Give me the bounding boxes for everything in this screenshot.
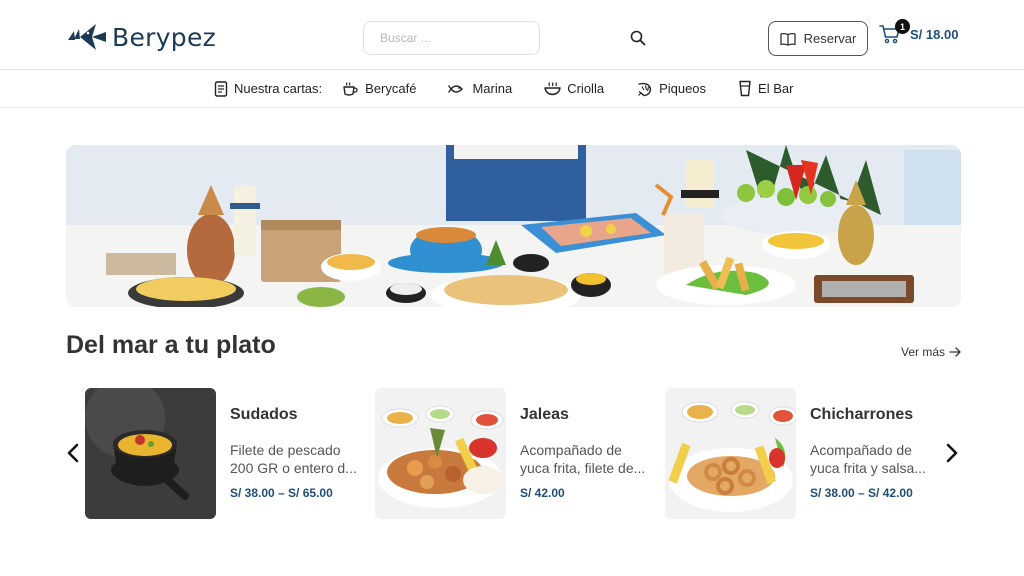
- cart-count-badge: 1: [895, 19, 910, 34]
- nav-item-el-bar[interactable]: El Bar: [738, 80, 793, 97]
- product-name: Jaleas: [520, 406, 569, 423]
- see-more-link[interactable]: Ver más: [901, 345, 961, 359]
- product-image: [665, 388, 796, 519]
- hero-banner[interactable]: [66, 145, 961, 307]
- product-description: Acompañado de yuca frita y salsa...: [810, 442, 926, 476]
- brand-logo[interactable]: Berypez: [66, 20, 216, 54]
- brand-name: Berypez: [112, 22, 217, 52]
- search-icon: [630, 30, 646, 46]
- product-card[interactable]: Chicharrones Acompañado de yuca frita y …: [665, 388, 935, 519]
- product-description: Acompañado de yuca frita, filete de...: [520, 442, 646, 476]
- carousel-prev-button[interactable]: [62, 440, 84, 466]
- product-card[interactable]: Jaleas Acompañado de yuca frita, filete …: [375, 388, 645, 519]
- shrimp-icon: [638, 82, 652, 96]
- chevron-right-icon: [946, 443, 958, 463]
- product-image: [85, 388, 216, 519]
- product-name: Sudados: [230, 406, 298, 423]
- product-image: [375, 388, 506, 519]
- fish-logo-icon: [68, 24, 106, 50]
- chevron-left-icon: [67, 443, 79, 463]
- reserve-button[interactable]: Reservar: [768, 21, 868, 56]
- glass-icon: [739, 80, 751, 97]
- coffee-cup-icon: [343, 81, 358, 96]
- search-button[interactable]: [627, 27, 649, 49]
- banner-food-illustration: [66, 145, 961, 307]
- fish-icon: [448, 84, 464, 93]
- document-icon: [214, 80, 228, 97]
- search-input[interactable]: [363, 21, 540, 55]
- carousel-next-button[interactable]: [941, 440, 963, 466]
- cart-button[interactable]: 1 S/ 18.00: [879, 19, 959, 44]
- nav-item-berycafe[interactable]: Berycafé: [342, 81, 416, 97]
- section-title: Del mar a tu plato: [66, 331, 276, 359]
- bowl-icon: [544, 82, 561, 96]
- book-icon: [779, 32, 796, 46]
- product-price: S/ 42.00: [520, 486, 565, 500]
- nav-item-piqueos[interactable]: Piqueos: [636, 81, 706, 97]
- site-header: Berypez Reservar 1 S/ 18.00: [0, 0, 1024, 70]
- product-description: Filete de pescado 200 GR o entero d...: [230, 442, 357, 476]
- cart-total: S/ 18.00: [910, 26, 959, 42]
- product-price: S/ 38.00 – S/ 65.00: [230, 486, 333, 500]
- reserve-label: Reservar: [803, 31, 857, 46]
- product-price: S/ 38.00 – S/ 42.00: [810, 486, 913, 500]
- menu-nav: Nuestra cartas: Berycafé Marina Criolla …: [0, 70, 1024, 108]
- arrow-right-icon: [949, 347, 961, 357]
- product-name: Chicharrones: [810, 406, 914, 423]
- nav-item-marina[interactable]: Marina: [448, 81, 512, 96]
- menu-nav-label: Nuestra cartas:: [214, 80, 322, 97]
- product-card[interactable]: Sudados Filete de pescado 200 GR o enter…: [85, 388, 357, 519]
- nav-item-criolla[interactable]: Criolla: [544, 81, 604, 96]
